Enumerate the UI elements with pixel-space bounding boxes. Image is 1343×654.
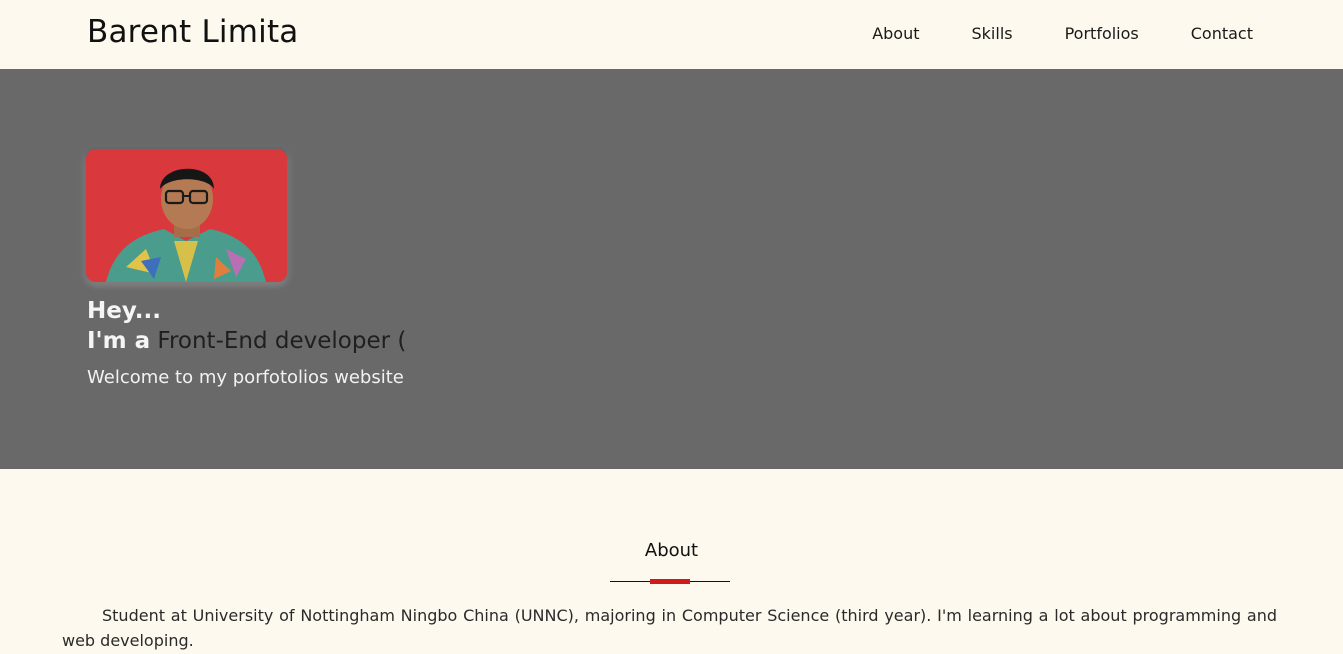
title-divider-accent bbox=[650, 579, 690, 584]
nav-link-about[interactable]: About bbox=[872, 24, 919, 43]
role-prefix: I'm a bbox=[87, 328, 151, 354]
hero-role-line: I'm a Front-End developer ( bbox=[87, 328, 406, 354]
typed-role: Front-End developer ( bbox=[157, 328, 407, 354]
nav-link-contact[interactable]: Contact bbox=[1191, 24, 1253, 43]
brand-logo[interactable]: Barent Limita bbox=[87, 14, 299, 50]
about-title: About bbox=[644, 540, 699, 561]
about-text: Student at University of Nottingham Ning… bbox=[62, 606, 1277, 650]
about-section: About Student at University of Nottingha… bbox=[0, 469, 1343, 654]
nav-link-skills[interactable]: Skills bbox=[972, 24, 1013, 43]
profile-photo bbox=[86, 149, 287, 282]
hero-greeting: Hey... bbox=[87, 298, 161, 324]
hero-welcome-text: Welcome to my porfotolios website bbox=[87, 367, 404, 388]
nav-link-portfolios[interactable]: Portfolios bbox=[1065, 24, 1139, 43]
hero-section: Hey... I'm a Front-End developer ( Welco… bbox=[0, 69, 1343, 469]
nav-links: About Skills Portfolios Contact bbox=[872, 24, 1253, 43]
navbar: Barent Limita About Skills Portfolios Co… bbox=[0, 0, 1343, 69]
